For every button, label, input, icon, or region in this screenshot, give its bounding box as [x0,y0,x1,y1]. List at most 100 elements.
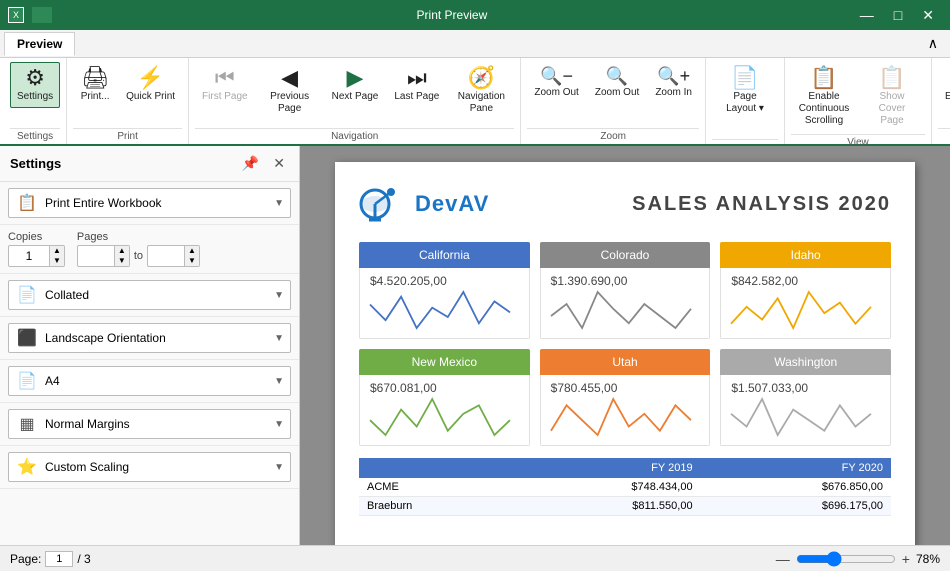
window-title: Print Preview [52,8,852,22]
copies-spinner[interactable]: ▲ ▼ [8,245,65,267]
card-body: $1.507.033,00 [720,375,891,446]
pages-group: Pages ▲ ▼ to ▲ ▼ [77,231,200,267]
margins-dropdown[interactable]: ▦ Normal Margins ▼ [8,409,291,439]
page-label: Page: [10,552,41,566]
next-page-button[interactable]: ▶ Next Page [325,62,386,108]
first-page-label: First Page [202,91,248,103]
pages-from-down-button[interactable]: ▼ [114,256,129,266]
print-scope-dropdown[interactable]: 📋 Print Entire Workbook ▼ [8,188,291,218]
collated-text: Collated [45,288,268,302]
copies-down-button[interactable]: ▼ [49,256,64,266]
quick-access-toolbar [32,7,52,23]
print-scope-text: Print Entire Workbook [45,196,268,210]
card-body: $780.455,00 [540,375,711,446]
preview-area: DevAV SALES ANALYSIS 2020 California $4.… [300,146,950,545]
zoom-plus-button[interactable]: + [902,551,910,567]
card-header: Washington [720,349,891,375]
print-scope-arrow: ▼ [274,198,284,209]
next-page-icon: ▶ [347,67,364,89]
table-row: ACME$748.434,00$676.850,00 [359,478,891,497]
scaling-dropdown[interactable]: ⭐ Custom Scaling ▼ [8,452,291,482]
card-chart [370,292,519,332]
page-number-input[interactable] [45,551,73,567]
pages-to-up-button[interactable]: ▲ [184,246,199,256]
last-page-button[interactable]: ⏭ Last Page [387,62,446,108]
ribbon-group-navigation: ⏮ First Page ◀ Previous Page ▶ Next Page… [189,58,521,144]
last-page-icon: ⏭ [407,67,427,89]
minimize-button[interactable]: — [852,5,882,26]
card-header: Colorado [540,242,711,268]
pages-to-input[interactable] [148,247,184,265]
last-page-label: Last Page [394,91,439,103]
zoom-out-button[interactable]: 🔍− Zoom Out [527,62,585,104]
zoom-in-button[interactable]: 🔍+ Zoom In [648,62,699,104]
settings-panel-title: Settings [10,156,61,171]
previous-page-button[interactable]: ◀ Previous Page [257,62,323,120]
card-body: $4.520.205,00 [359,268,530,339]
settings-pin-button[interactable]: 📌 [238,154,263,173]
collated-arrow: ▼ [274,290,284,301]
paper-size-dropdown[interactable]: 📄 A4 ▼ [8,366,291,396]
first-page-button[interactable]: ⏮ First Page [195,62,255,108]
card-header: California [359,242,530,268]
pages-from-up-button[interactable]: ▲ [114,246,129,256]
settings-close-button[interactable]: ✕ [269,154,289,173]
paper-size-icon: 📄 [15,371,39,391]
collated-dropdown[interactable]: 📄 Collated ▼ [8,280,291,310]
print-scope-row: 📋 Print Entire Workbook ▼ [0,182,299,225]
orientation-arrow: ▼ [274,333,284,344]
total-pages: / 3 [77,552,90,566]
export-label: Export... ▾ [945,91,950,103]
next-page-label: Next Page [332,91,379,103]
orientation-dropdown[interactable]: ⬛ Landscape Orientation ▼ [8,323,291,353]
paper-size-text: A4 [45,374,268,388]
print-group-label: Print [73,128,182,142]
pages-input-row: ▲ ▼ to ▲ ▼ [77,245,200,267]
navigation-pane-button[interactable]: 🧭 Navigation Pane [448,62,514,120]
navigation-pane-label: Navigation Pane [455,91,507,115]
orientation-icon: ⬛ [15,328,39,348]
quick-print-label: Quick Print [126,91,175,103]
export-button[interactable]: 📤 Export... ▾ [938,62,950,108]
page-layout-label: Page Layout ▾ [719,91,771,115]
preview-page: DevAV SALES ANALYSIS 2020 California $4.… [335,162,915,545]
settings-button[interactable]: ⚙ Settings [10,62,60,108]
card-amount: $780.455,00 [551,381,700,395]
ribbon-group-print: 🖨 Print... ⚡ Quick Print Print [67,58,189,144]
card-amount: $4.520.205,00 [370,274,519,288]
close-button[interactable]: ✕ [914,5,942,26]
copies-up-button[interactable]: ▲ [49,246,64,256]
pages-label: Pages [77,231,200,243]
page-header: DevAV SALES ANALYSIS 2020 [359,182,891,226]
pages-from-spinner[interactable]: ▲ ▼ [77,245,130,267]
card-amount: $670.081,00 [370,381,519,395]
scaling-icon: ⭐ [15,457,39,477]
card-washington: Washington $1.507.033,00 [720,349,891,446]
navigation-pane-icon: 🧭 [468,67,495,89]
continuous-scrolling-label: Enable Continuous Scrolling [798,91,850,127]
data-table: FY 2019FY 2020 ACME$748.434,00$676.850,0… [359,458,891,516]
ribbon-collapse-button[interactable]: ∧ [920,33,946,54]
tab-preview[interactable]: Preview [4,32,75,56]
settings-label: Settings [17,91,53,103]
ribbon-group-settings: ⚙ Settings Settings [4,58,67,144]
zoom-out-icon: 🔍− [540,67,573,85]
title-bar: X Print Preview — □ ✕ [0,0,950,30]
export-group-label: Export [938,128,950,142]
card-california: California $4.520.205,00 [359,242,530,339]
collated-icon: 📄 [15,285,39,305]
card-header: Utah [540,349,711,375]
quick-print-button[interactable]: ⚡ Quick Print [119,62,182,108]
print-button[interactable]: 🖨 Print... [73,62,117,108]
pages-from-input[interactable] [78,247,114,265]
continuous-scrolling-button[interactable]: 📋 Enable Continuous Scrolling [791,62,857,132]
copies-input[interactable] [9,247,49,265]
maximize-button[interactable]: □ [886,5,910,26]
zoom-minus-button[interactable]: — [776,551,790,567]
show-cover-page-button[interactable]: 📋 Show Cover Page [859,62,925,132]
page-layout-button[interactable]: 📄 Page Layout ▾ [712,62,778,120]
zoom-button[interactable]: 🔍 Zoom Out [588,62,646,104]
pages-to-down-button[interactable]: ▼ [184,256,199,266]
zoom-slider[interactable] [796,551,896,567]
pages-to-spinner[interactable]: ▲ ▼ [147,245,200,267]
